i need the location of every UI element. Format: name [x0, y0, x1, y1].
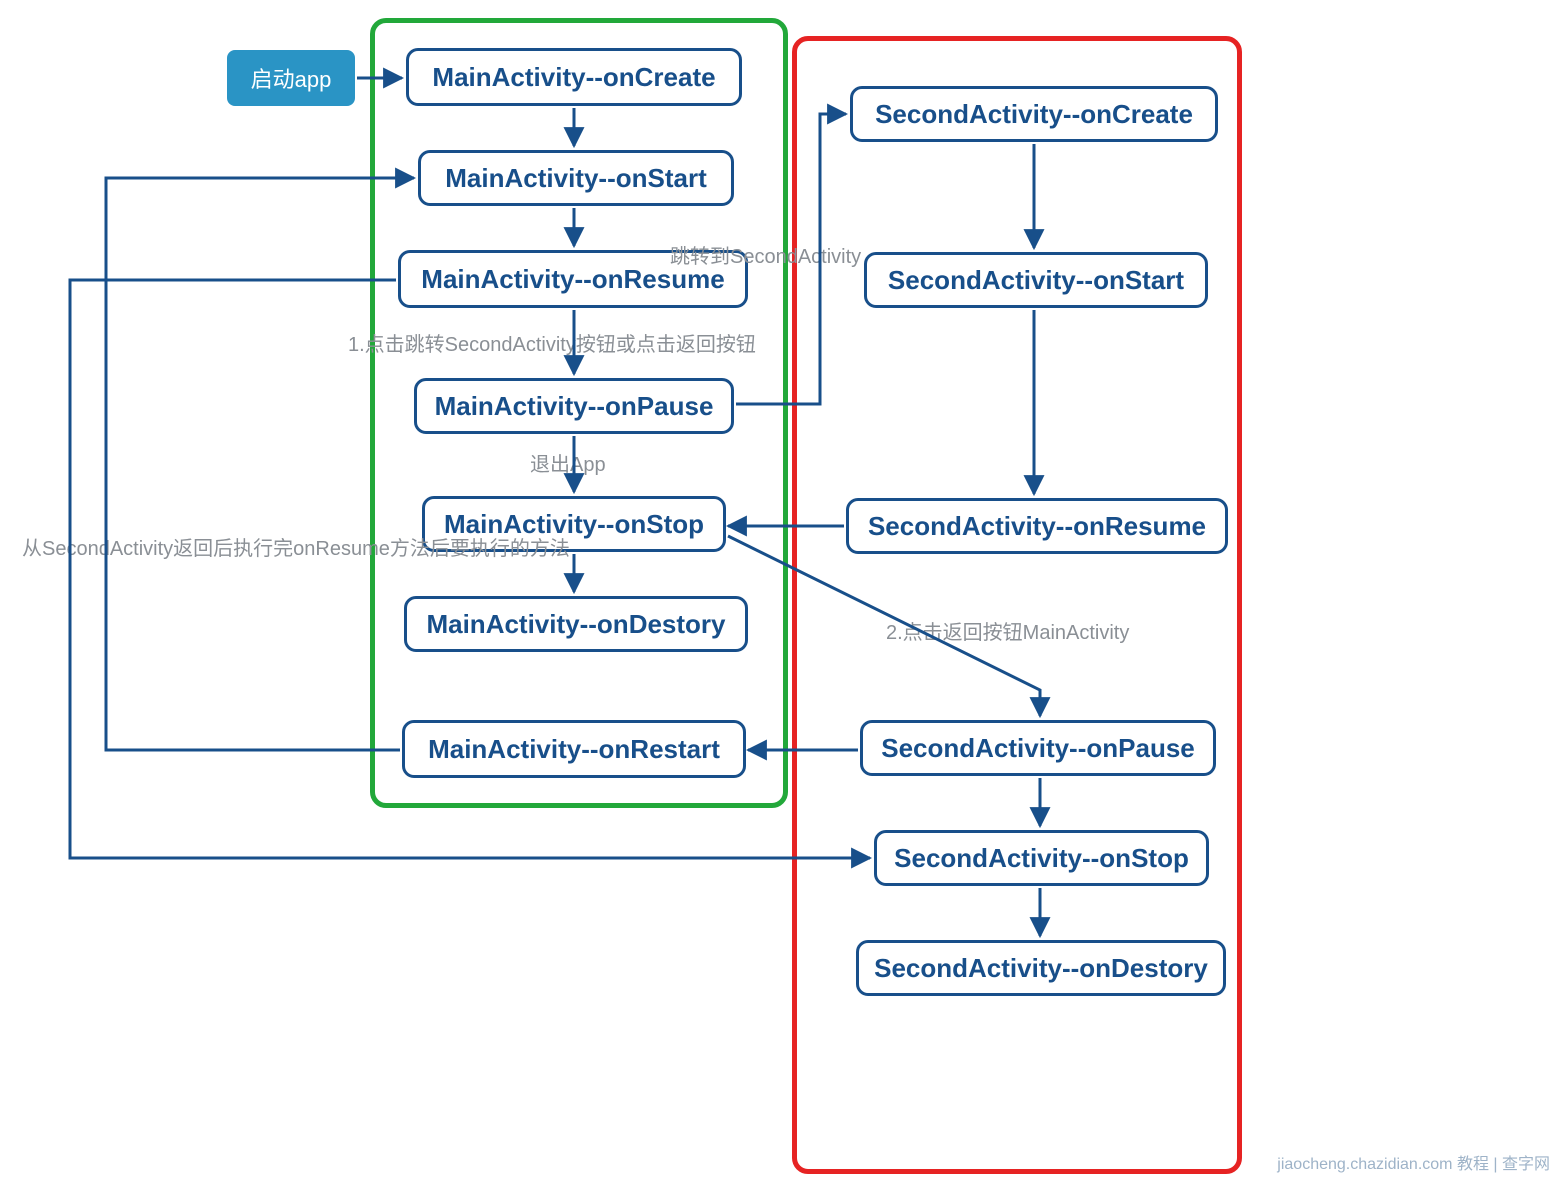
label-second-onresume: SecondActivity--onResume — [868, 511, 1206, 542]
label-second-onstop: SecondActivity--onStop — [894, 843, 1189, 874]
label-main-onstart: MainActivity--onStart — [445, 163, 706, 194]
anno-click1: 1.点击跳转SecondActivity按钮或点击返回按钮 — [348, 328, 756, 357]
label-main-onpause: MainActivity--onPause — [435, 391, 714, 422]
node-second-onstop: SecondActivity--onStop — [874, 830, 1209, 886]
anno-jumpto: 跳转到SecondActivity — [670, 240, 861, 269]
label-second-onpause: SecondActivity--onPause — [881, 733, 1195, 764]
node-second-onstart: SecondActivity--onStart — [864, 252, 1208, 308]
label-main-onrestart: MainActivity--onRestart — [428, 734, 720, 765]
node-main-onstart: MainActivity--onStart — [418, 150, 734, 206]
node-second-ondestory: SecondActivity--onDestory — [856, 940, 1226, 996]
node-second-onpause: SecondActivity--onPause — [860, 720, 1216, 776]
node-second-onresume: SecondActivity--onResume — [846, 498, 1228, 554]
node-main-oncreate: MainActivity--onCreate — [406, 48, 742, 106]
anno-loopnote: 从SecondActivity返回后执行完onResume方法后要执行的方法 — [22, 532, 570, 561]
arrow-onrestart-onstart — [106, 178, 414, 750]
node-second-oncreate: SecondActivity--onCreate — [850, 86, 1218, 142]
label-second-onstart: SecondActivity--onStart — [888, 265, 1184, 296]
label-second-ondestory: SecondActivity--onDestory — [874, 953, 1208, 984]
node-main-ondestory: MainActivity--onDestory — [404, 596, 748, 652]
start-node: 启动app — [227, 50, 355, 106]
label-main-oncreate: MainActivity--onCreate — [432, 62, 715, 93]
label-second-oncreate: SecondActivity--onCreate — [875, 99, 1193, 130]
diagram-canvas: 启动app MainActivity--onCreate MainActivit… — [0, 0, 1558, 1178]
footer-watermark: jiaocheng.chazidian.com 教程 | 查字网 — [1277, 1150, 1550, 1174]
group-second-activity — [792, 36, 1242, 1174]
node-main-onpause: MainActivity--onPause — [414, 378, 734, 434]
node-main-onrestart: MainActivity--onRestart — [402, 720, 746, 778]
anno-exitapp: 退出App — [530, 448, 606, 477]
anno-back2: 2.点击返回按钮MainActivity — [886, 616, 1129, 645]
start-label: 启动app — [251, 62, 332, 94]
label-main-ondestory: MainActivity--onDestory — [426, 609, 725, 640]
